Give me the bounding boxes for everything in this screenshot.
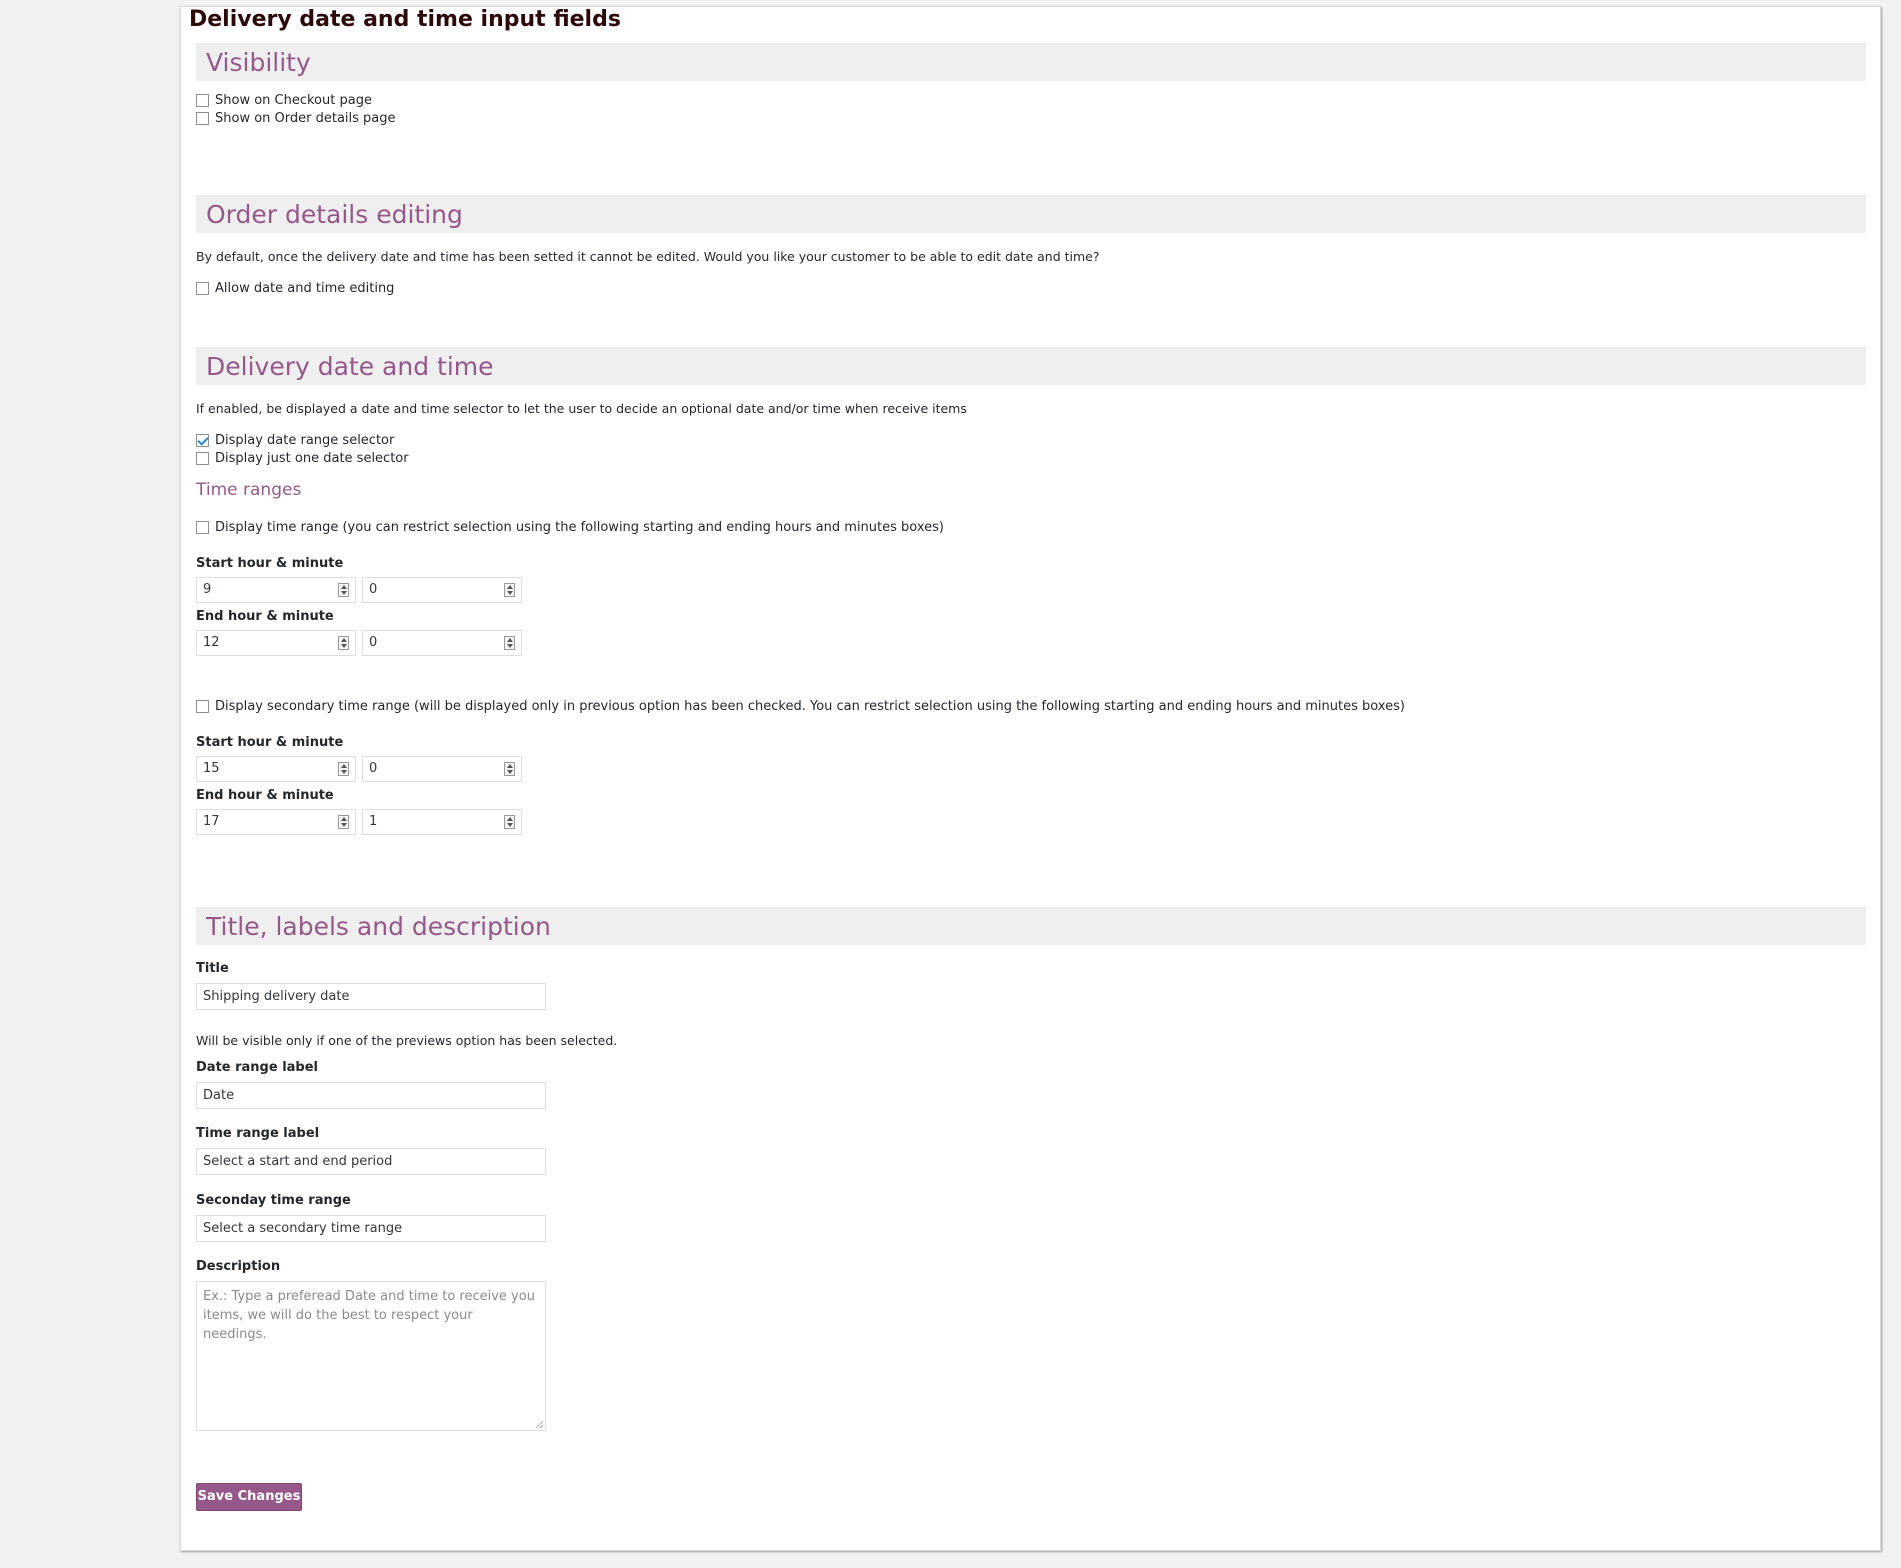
settings-panel: Delivery date and time input fields Visi… bbox=[180, 6, 1881, 1551]
input-value: 0 bbox=[369, 635, 378, 650]
checkbox-label: Display date range selector bbox=[215, 432, 395, 448]
secondary-start-hour-minute-label: Start hour & minute bbox=[196, 735, 344, 750]
input-value: 1 bbox=[369, 814, 378, 829]
end-minute-input[interactable]: 0 bbox=[362, 630, 522, 656]
spinner-icon[interactable] bbox=[338, 583, 349, 597]
checkout-page-option[interactable]: Show on Checkout page bbox=[196, 91, 372, 109]
spinner-icon[interactable] bbox=[504, 583, 515, 597]
resize-handle-icon[interactable] bbox=[535, 1420, 543, 1428]
section-heading: Visibility bbox=[206, 48, 311, 77]
spinner-icon[interactable] bbox=[338, 762, 349, 776]
checkbox-label: Display time range (you can restrict sel… bbox=[215, 519, 944, 535]
section-heading: Delivery date and time bbox=[206, 352, 494, 381]
display-time-range-option[interactable]: Display time range (you can restrict sel… bbox=[196, 518, 944, 536]
textarea-placeholder: Ex.: Type a preferead Date and time to r… bbox=[203, 1289, 535, 1342]
date-range-selector-option[interactable]: Display date range selector bbox=[196, 431, 394, 449]
checkout-page-checkbox[interactable] bbox=[196, 93, 209, 107]
allow-editing-option[interactable]: Allow date and time editing bbox=[196, 279, 394, 297]
time-ranges-heading: Time ranges bbox=[196, 480, 302, 500]
checkbox-label: Allow date and time editing bbox=[215, 280, 395, 296]
title-input[interactable]: Shipping delivery date bbox=[196, 983, 546, 1010]
section-delivery-date-time: Delivery date and time bbox=[196, 347, 1866, 385]
secondary-end-minute-input[interactable]: 1 bbox=[362, 809, 522, 835]
date-range-label-input[interactable]: Date bbox=[196, 1082, 546, 1109]
single-date-selector-checkbox[interactable] bbox=[196, 451, 209, 465]
input-value: 17 bbox=[203, 814, 220, 829]
display-secondary-time-range-option[interactable]: Display secondary time range (will be di… bbox=[196, 697, 1405, 715]
order-details-page-checkbox[interactable] bbox=[196, 111, 209, 125]
secondary-end-hour-minute-label: End hour & minute bbox=[196, 788, 334, 803]
checkbox-label: Show on Order details page bbox=[215, 110, 396, 126]
section-title-labels-description: Title, labels and description bbox=[196, 907, 1866, 945]
date-range-label-label: Date range label bbox=[196, 1060, 319, 1075]
page-title: Delivery date and time input fields bbox=[189, 7, 621, 32]
display-secondary-time-range-checkbox[interactable] bbox=[196, 699, 209, 713]
section-heading: Title, labels and description bbox=[206, 912, 551, 941]
input-value: 9 bbox=[203, 582, 212, 597]
section-heading: Order details editing bbox=[206, 200, 463, 229]
description-label: Description bbox=[196, 1259, 281, 1274]
input-value: 0 bbox=[369, 761, 378, 776]
spinner-icon[interactable] bbox=[504, 815, 515, 829]
secondary-start-hour-input[interactable]: 15 bbox=[196, 756, 356, 782]
date-range-selector-checkbox[interactable] bbox=[196, 433, 209, 447]
spinner-icon[interactable] bbox=[338, 636, 349, 650]
time-range-label-label: Time range label bbox=[196, 1126, 320, 1141]
delivery-description: If enabled, be displayed a date and time… bbox=[196, 401, 967, 416]
input-value: 0 bbox=[369, 582, 378, 597]
section-visibility: Visibility bbox=[196, 43, 1866, 81]
spinner-icon[interactable] bbox=[504, 762, 515, 776]
checkbox-label: Show on Checkout page bbox=[215, 92, 372, 108]
input-value: 15 bbox=[203, 761, 220, 776]
display-time-range-checkbox[interactable] bbox=[196, 520, 209, 534]
checkbox-label: Display just one date selector bbox=[215, 450, 409, 466]
order-details-page-option[interactable]: Show on Order details page bbox=[196, 109, 396, 127]
secondary-end-hour-input[interactable]: 17 bbox=[196, 809, 356, 835]
spinner-icon[interactable] bbox=[338, 815, 349, 829]
allow-editing-checkbox[interactable] bbox=[196, 281, 209, 295]
save-changes-button[interactable]: Save Changes bbox=[196, 1483, 302, 1511]
time-range-label-input[interactable]: Select a start and end period bbox=[196, 1148, 546, 1175]
input-value: 12 bbox=[203, 635, 220, 650]
editing-description: By default, once the delivery date and t… bbox=[196, 249, 1100, 264]
start-minute-input[interactable]: 0 bbox=[362, 577, 522, 603]
start-hour-input[interactable]: 9 bbox=[196, 577, 356, 603]
spinner-icon[interactable] bbox=[504, 636, 515, 650]
secondary-time-range-label: Seconday time range bbox=[196, 1193, 351, 1208]
secondary-time-range-input[interactable]: Select a secondary time range bbox=[196, 1215, 546, 1242]
start-hour-minute-label: Start hour & minute bbox=[196, 556, 344, 571]
secondary-start-minute-input[interactable]: 0 bbox=[362, 756, 522, 782]
title-hint: Will be visible only if one of the previ… bbox=[196, 1033, 618, 1048]
section-order-details-editing: Order details editing bbox=[196, 195, 1866, 233]
title-label: Title bbox=[196, 961, 229, 976]
single-date-selector-option[interactable]: Display just one date selector bbox=[196, 449, 409, 467]
end-hour-input[interactable]: 12 bbox=[196, 630, 356, 656]
checkbox-label: Display secondary time range (will be di… bbox=[215, 698, 1405, 714]
end-hour-minute-label: End hour & minute bbox=[196, 609, 334, 624]
description-textarea[interactable]: Ex.: Type a preferead Date and time to r… bbox=[196, 1281, 546, 1431]
